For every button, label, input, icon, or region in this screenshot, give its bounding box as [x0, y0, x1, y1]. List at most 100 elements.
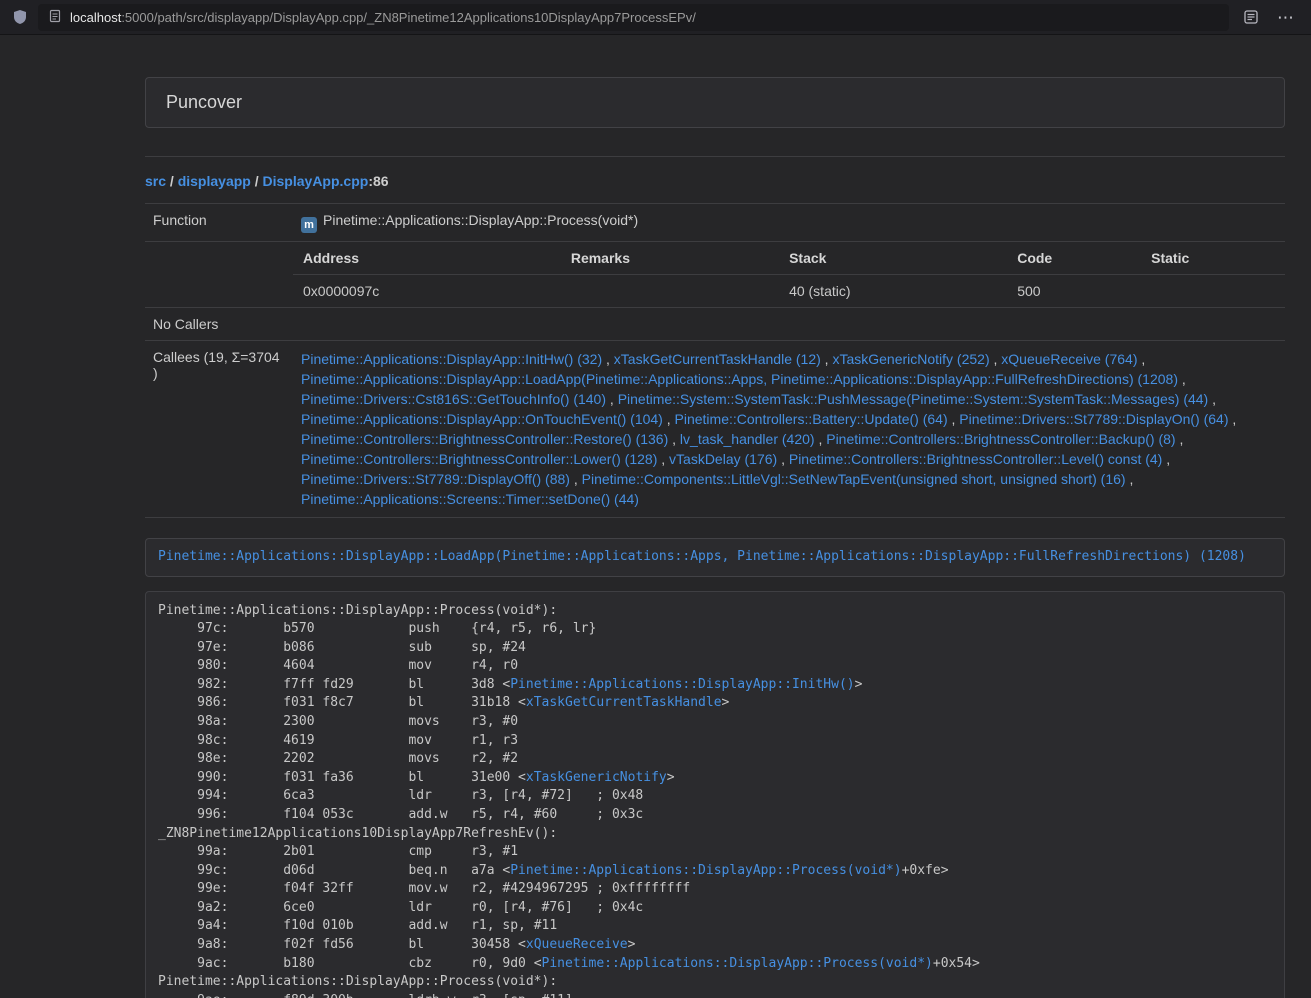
callee-separator: ,	[815, 431, 827, 447]
callee-link[interactable]: xTaskGetCurrentTaskHandle (12)	[614, 351, 821, 367]
callee-link[interactable]: xQueueReceive (764)	[1001, 351, 1137, 367]
url-text: localhost:5000/path/src/displayapp/Displ…	[70, 10, 696, 25]
breadcrumb-link[interactable]: DisplayApp.cpp	[263, 173, 369, 189]
code-symbol-link[interactable]: Pinetime::Applications::DisplayApp::Proc…	[510, 863, 901, 878]
code-line: 990: f031 fa36 bl 31e00 <xTaskGenericNot…	[158, 769, 1272, 788]
callee-link[interactable]: Pinetime::Components::LittleVgl::SetNewT…	[582, 471, 1126, 487]
code-symbol-link[interactable]: xQueueReceive	[526, 937, 628, 952]
callee-link[interactable]: vTaskDelay (176)	[669, 451, 777, 467]
callee-separator: ,	[1126, 471, 1134, 487]
breadcrumb-link[interactable]: src	[145, 173, 166, 189]
callee-link[interactable]: Pinetime::Applications::Screens::Timer::…	[301, 491, 639, 507]
code-line: 9ac: b180 cbz r0, 9d0 <Pinetime::Applica…	[158, 955, 1272, 974]
code-line: 986: f031 f8c7 bl 31b18 <xTaskGetCurrent…	[158, 694, 1272, 713]
callers-cell	[293, 308, 1285, 341]
code-line: 9a4: f10d 010b add.w r1, sp, #11	[158, 917, 1272, 936]
breadcrumb-link[interactable]: displayapp	[178, 173, 251, 189]
overflow-menu-icon[interactable]: ⋯	[1273, 9, 1299, 26]
stats-header-stack: Stack	[779, 242, 1007, 275]
code-line: 9ae: f89d 300b ldrb.w r3, [sp, #11]	[158, 992, 1272, 998]
function-name: Pinetime::Applications::DisplayApp::Proc…	[323, 212, 638, 228]
stats-header-address: Address	[293, 242, 561, 275]
symbol-table: Function mPinetime::Applications::Displa…	[145, 203, 1285, 518]
code-line: 97e: b086 sub sp, #24	[158, 639, 1272, 658]
callee-link[interactable]: Pinetime::Applications::DisplayApp::Load…	[301, 371, 1178, 387]
callee-link[interactable]: Pinetime::System::SystemTask::PushMessag…	[618, 391, 1209, 407]
callee-link[interactable]: Pinetime::Controllers::Battery::Update()…	[675, 411, 948, 427]
code-line: 97c: b570 push {r4, r5, r6, lr}	[158, 620, 1272, 639]
callee-separator: ,	[606, 391, 618, 407]
code-line: 99c: d06d beq.n a7a <Pinetime::Applicati…	[158, 862, 1272, 881]
callee-link[interactable]: xTaskGenericNotify (252)	[832, 351, 989, 367]
breadcrumb-line-number: :86	[368, 173, 388, 189]
reader-view-icon[interactable]	[1239, 9, 1263, 25]
code-line: Pinetime::Applications::DisplayApp::Proc…	[158, 973, 1272, 992]
stats-remarks	[561, 275, 779, 308]
url-bar[interactable]: localhost:5000/path/src/displayapp/Displ…	[38, 4, 1229, 31]
code-line: _ZN8Pinetime12Applications10DisplayApp7R…	[158, 825, 1272, 844]
callee-separator: ,	[1208, 391, 1216, 407]
callee-separator: ,	[1162, 451, 1170, 467]
callee-separator: ,	[668, 431, 680, 447]
code-symbol-link[interactable]: xTaskGetCurrentTaskHandle	[526, 695, 722, 710]
callee-link[interactable]: Pinetime::Drivers::St7789::DisplayOn() (…	[959, 411, 1228, 427]
callee-link[interactable]: Pinetime::Controllers::BrightnessControl…	[301, 431, 668, 447]
code-symbol-link[interactable]: Pinetime::Applications::DisplayApp::Init…	[510, 677, 854, 692]
callee-separator: ,	[657, 451, 669, 467]
code-line: 99e: f04f 32ff mov.w r2, #4294967295 ; 0…	[158, 880, 1272, 899]
highlighted-symbol-panel: Pinetime::Applications::DisplayApp::Load…	[145, 538, 1285, 577]
callee-link[interactable]: Pinetime::Applications::DisplayApp::OnTo…	[301, 411, 663, 427]
callee-link[interactable]: Pinetime::Applications::DisplayApp::Init…	[301, 351, 602, 367]
code-symbol-link[interactable]: Pinetime::Applications::DisplayApp::Proc…	[542, 956, 933, 971]
url-path: :5000/path/src/displayapp/DisplayApp.cpp…	[121, 10, 696, 25]
app-title: Puncover	[166, 92, 242, 112]
callee-link[interactable]: lv_task_handler (420)	[680, 431, 815, 447]
callee-link[interactable]: Pinetime::Controllers::BrightnessControl…	[789, 451, 1162, 467]
function-name-cell: m Pinetime::Applications::DisplayApp::Pro…	[293, 204, 1285, 242]
tracking-protection-shield-icon[interactable]	[12, 9, 28, 25]
callee-separator: ,	[1229, 411, 1237, 427]
highlighted-symbol-link[interactable]: Pinetime::Applications::DisplayApp::Load…	[158, 549, 1246, 564]
stats-header-static: Static	[1141, 242, 1285, 275]
callee-separator: ,	[570, 471, 582, 487]
stats-table: Address Remarks Stack Code Static 0x0000…	[293, 242, 1285, 307]
browser-toolbar: localhost:5000/path/src/displayapp/Displ…	[0, 0, 1311, 35]
function-row: Function mPinetime::Applications::Displa…	[145, 204, 1285, 242]
callers-row: No Callers	[145, 308, 1285, 341]
callee-link[interactable]: Pinetime::Controllers::BrightnessControl…	[826, 431, 1175, 447]
code-line: 98a: 2300 movs r3, #0	[158, 713, 1272, 732]
callee-link[interactable]: Pinetime::Controllers::BrightnessControl…	[301, 451, 657, 467]
code-symbol-link[interactable]: xTaskGenericNotify	[526, 770, 667, 785]
stats-value-row: 0x0000097c 40 (static) 500	[293, 275, 1285, 308]
code-line: 98e: 2202 movs r2, #2	[158, 750, 1272, 769]
callees-label: Callees (19, Σ=3704 )	[145, 341, 293, 518]
code-line: Pinetime::Applications::DisplayApp::Proc…	[158, 602, 1272, 621]
stats-code: 500	[1007, 275, 1141, 308]
method-icon: m	[301, 217, 317, 233]
stats-header-remarks: Remarks	[561, 242, 779, 275]
code-line: 99a: 2b01 cmp r3, #1	[158, 843, 1272, 862]
stats-label-spacer	[145, 242, 293, 308]
callee-link[interactable]: Pinetime::Drivers::St7789::DisplayOff() …	[301, 471, 570, 487]
divider	[145, 156, 1285, 157]
code-line: 9a2: 6ce0 ldr r0, [r4, #76] ; 0x4c	[158, 899, 1272, 918]
code-line: 9a8: f02f fd56 bl 30458 <xQueueReceive>	[158, 936, 1272, 955]
breadcrumb: src / displayapp / DisplayApp.cpp:86	[145, 173, 1285, 189]
callers-label: No Callers	[145, 308, 293, 341]
callees-list: Pinetime::Applications::DisplayApp::Init…	[293, 341, 1285, 518]
breadcrumb-separator: /	[251, 173, 263, 189]
stats-row: Address Remarks Stack Code Static 0x0000…	[145, 242, 1285, 308]
code-line: 98c: 4619 mov r1, r3	[158, 732, 1272, 751]
breadcrumb-separator: /	[166, 173, 178, 189]
code-line: 980: 4604 mov r4, r0	[158, 657, 1272, 676]
code-line: 994: 6ca3 ldr r3, [r4, #72] ; 0x48	[158, 787, 1272, 806]
code-line: 982: f7ff fd29 bl 3d8 <Pinetime::Applica…	[158, 676, 1272, 695]
code-line: 996: f104 053c add.w r5, r4, #60 ; 0x3c	[158, 806, 1272, 825]
main-content: Puncover src / displayapp / DisplayApp.c…	[145, 77, 1285, 998]
stats-header-row: Address Remarks Stack Code Static	[293, 242, 1285, 275]
callee-separator: ,	[1176, 431, 1184, 447]
url-host: localhost	[70, 10, 121, 25]
callee-link[interactable]: Pinetime::Drivers::Cst816S::GetTouchInfo…	[301, 391, 606, 407]
page-icon	[48, 9, 62, 26]
callee-separator: ,	[990, 351, 1002, 367]
